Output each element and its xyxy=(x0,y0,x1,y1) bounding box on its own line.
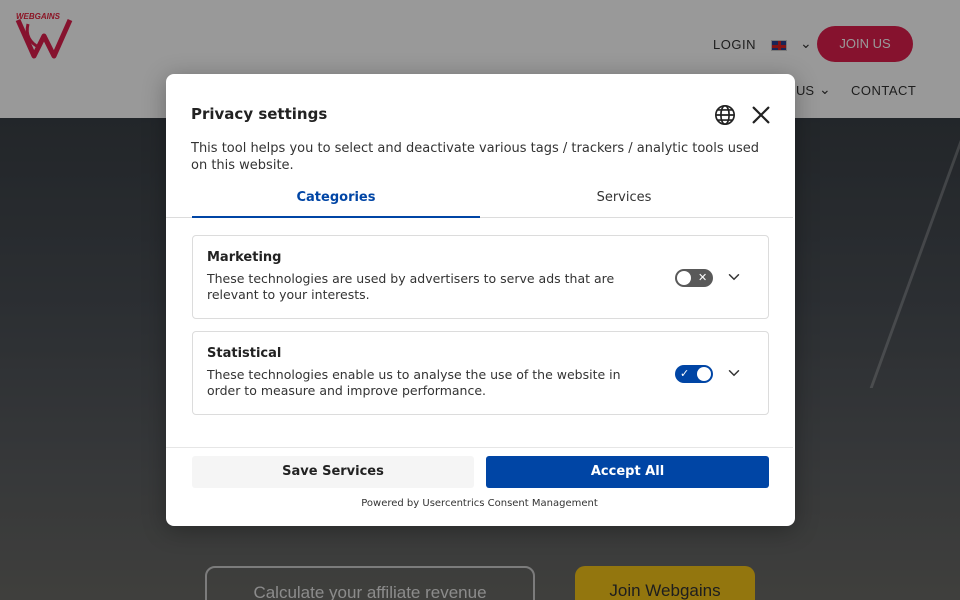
tab-categories[interactable]: Categories xyxy=(192,190,480,218)
category-card-statistical: Statistical These technologies enable us… xyxy=(192,331,769,415)
privacy-settings-dialog: Privacy settings This tool helps you to … xyxy=(166,74,795,526)
category-title: Statistical xyxy=(207,346,282,361)
footer-divider xyxy=(166,447,793,448)
save-services-button[interactable]: Save Services xyxy=(192,456,474,488)
statistical-toggle[interactable]: ✓ xyxy=(675,365,713,383)
globe-icon[interactable] xyxy=(714,104,736,126)
chevron-down-icon[interactable] xyxy=(725,364,743,382)
category-card-marketing: Marketing These technologies are used by… xyxy=(192,235,769,319)
category-title: Marketing xyxy=(207,250,282,265)
category-description: These technologies enable us to analyse … xyxy=(207,367,621,398)
check-icon: ✓ xyxy=(680,367,690,380)
chevron-down-icon[interactable] xyxy=(725,268,743,286)
powered-by-link[interactable]: Powered by Usercentrics Consent Manageme… xyxy=(166,498,793,509)
toggle-knob xyxy=(697,367,711,381)
close-icon[interactable] xyxy=(750,104,772,126)
dialog-title: Privacy settings xyxy=(191,105,328,123)
tab-services[interactable]: Services xyxy=(480,190,768,205)
x-icon: ✕ xyxy=(698,271,708,284)
category-description: These technologies are used by advertise… xyxy=(207,271,615,302)
marketing-toggle[interactable]: ✕ xyxy=(675,269,713,287)
accept-all-button[interactable]: Accept All xyxy=(486,456,769,488)
toggle-knob xyxy=(677,271,691,285)
dialog-description: This tool helps you to select and deacti… xyxy=(191,141,760,173)
tab-bar: Categories Services xyxy=(166,184,793,218)
